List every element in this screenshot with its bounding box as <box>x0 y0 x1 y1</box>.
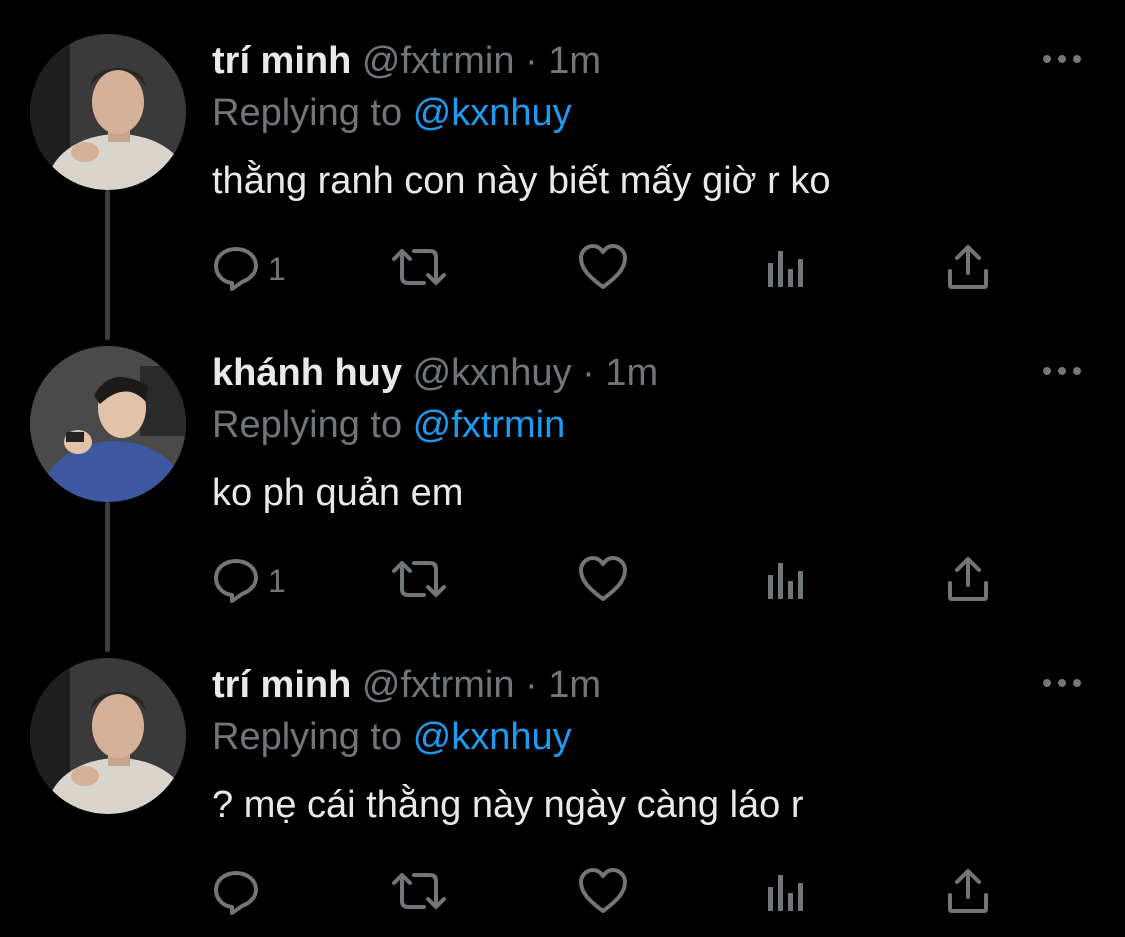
retweet-button[interactable] <box>390 868 448 918</box>
separator: · <box>525 40 538 82</box>
share-icon <box>944 867 992 920</box>
user-handle[interactable]: @fxtrmin <box>362 664 515 706</box>
display-name[interactable]: khánh huy <box>212 352 402 394</box>
action-bar: 1 <box>212 243 1012 296</box>
user-handle[interactable]: @fxtrmin <box>362 40 515 82</box>
tweet[interactable]: trí minh @fxtrmin · 1m Replying to @kxnh… <box>0 0 1125 312</box>
replying-to-label: Replying to <box>212 92 403 134</box>
share-icon <box>944 555 992 608</box>
mention-link[interactable]: @kxnhuy <box>413 92 572 134</box>
tweet[interactable]: khánh huy @kxnhuy · 1m Replying to @fxtr… <box>0 312 1125 624</box>
reply-icon <box>212 243 260 296</box>
more-icon[interactable] <box>1040 360 1084 382</box>
reply-icon <box>212 555 260 608</box>
tweet[interactable]: trí minh @fxtrmin · 1m Replying to @kxnh… <box>0 624 1125 936</box>
replying-to: Replying to @fxtrmin <box>212 402 565 448</box>
share-button[interactable] <box>944 556 992 606</box>
action-bar: 1 <box>212 555 1012 608</box>
retweet-button[interactable] <box>390 556 448 606</box>
heart-icon <box>578 243 628 296</box>
views-button[interactable] <box>764 868 808 918</box>
display-name[interactable]: trí minh <box>212 40 351 82</box>
tweet-header: trí minh @fxtrmin · 1m <box>212 38 601 84</box>
more-icon[interactable] <box>1040 672 1084 694</box>
avatar[interactable] <box>30 658 186 814</box>
retweet-icon <box>390 867 448 920</box>
heart-icon <box>578 555 628 608</box>
tweet-text: ? mẹ cái thằng này ngày càng láo r <box>212 784 804 826</box>
like-button[interactable] <box>578 243 628 296</box>
replying-to: Replying to @kxnhuy <box>212 90 572 136</box>
tweet-header: khánh huy @kxnhuy · 1m <box>212 350 658 396</box>
reply-button[interactable] <box>212 868 268 918</box>
more-icon[interactable] <box>1040 48 1084 70</box>
mention-link[interactable]: @kxnhuy <box>413 716 572 758</box>
user-handle[interactable]: @kxnhuy <box>413 352 572 394</box>
retweet-icon <box>390 555 448 608</box>
reply-icon <box>212 867 260 920</box>
mention-link[interactable]: @fxtrmin <box>413 404 566 446</box>
separator: · <box>525 664 538 706</box>
replying-to-label: Replying to <box>212 404 403 446</box>
timestamp[interactable]: 1m <box>548 664 601 706</box>
timestamp[interactable]: 1m <box>548 40 601 82</box>
retweet-icon <box>390 243 448 296</box>
views-icon <box>764 555 808 608</box>
avatar[interactable] <box>30 346 186 502</box>
views-icon <box>764 243 808 296</box>
share-button[interactable] <box>944 868 992 918</box>
views-button[interactable] <box>764 556 808 606</box>
replying-to: Replying to @kxnhuy <box>212 714 572 760</box>
share-icon <box>944 243 992 296</box>
reply-button[interactable]: 1 <box>212 244 286 294</box>
separator: · <box>582 352 595 394</box>
display-name[interactable]: trí minh <box>212 664 351 706</box>
views-button[interactable] <box>764 244 808 294</box>
action-bar <box>212 867 1012 920</box>
reply-button[interactable]: 1 <box>212 556 286 606</box>
share-button[interactable] <box>944 244 992 294</box>
like-button[interactable] <box>578 555 628 608</box>
reply-count: 1 <box>268 250 286 287</box>
retweet-button[interactable] <box>390 244 448 294</box>
replying-to-label: Replying to <box>212 716 403 758</box>
tweet-text: ko ph quản em <box>212 472 464 514</box>
timestamp[interactable]: 1m <box>605 352 658 394</box>
like-button[interactable] <box>578 867 628 920</box>
views-icon <box>764 867 808 920</box>
heart-icon <box>578 867 628 920</box>
tweet-text: thằng ranh con này biết mấy giờ r ko <box>212 160 831 202</box>
avatar[interactable] <box>30 34 186 190</box>
reply-count: 1 <box>268 562 286 599</box>
tweet-header: trí minh @fxtrmin · 1m <box>212 662 601 708</box>
